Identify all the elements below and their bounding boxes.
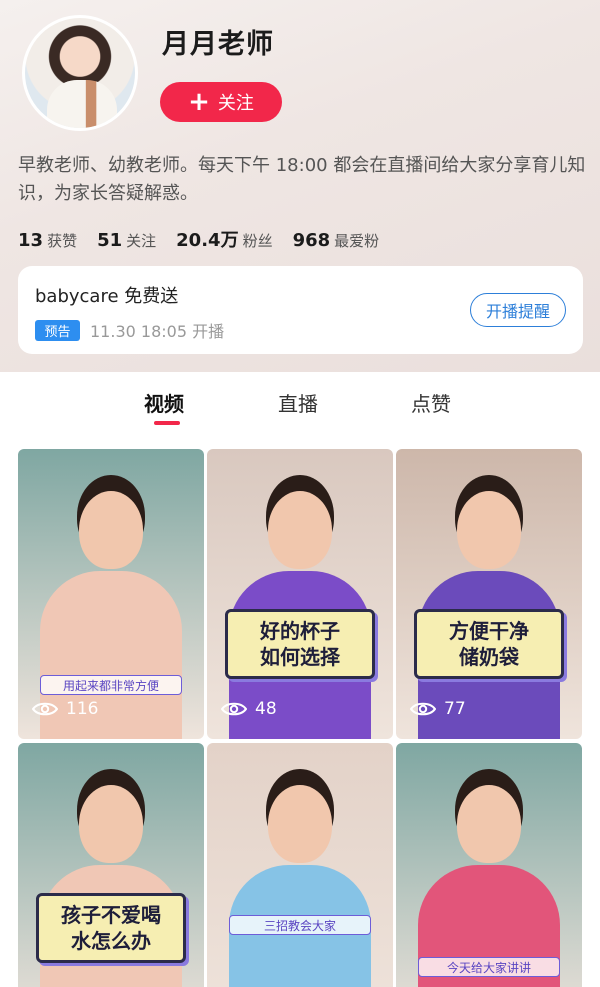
video-tile[interactable]: 今天给大家讲讲: [396, 743, 582, 987]
plus-icon: +: [188, 87, 210, 117]
presenter-face: [457, 785, 521, 863]
video-tile[interactable]: 孩子不爱喝 水怎么办: [18, 743, 204, 987]
profile-bio: 早教老师、幼教老师。每天下午 18:00 都会在直播间给大家分享育儿知识，为家长…: [18, 155, 586, 204]
follow-label: 关注: [217, 93, 254, 114]
view-count: 116: [32, 699, 98, 719]
presenter-face: [457, 491, 521, 569]
view-count: 77: [410, 699, 466, 719]
content-tabs: 视频 直播 点赞: [0, 372, 600, 440]
view-count: 48: [221, 699, 277, 719]
preview-badge: 预告: [35, 320, 80, 341]
live-preview-card[interactable]: babycare 免费送 预告 11.30 18:05 开播 开播提醒: [18, 266, 583, 354]
profile-stats: 13 获赞 51 关注 20.4万 粉丝 968 最爱粉: [18, 226, 399, 252]
live-title: babycare 免费送: [35, 286, 179, 307]
follow-button[interactable]: + 关注: [160, 82, 282, 122]
presenter-face: [268, 491, 332, 569]
eye-icon: [32, 702, 58, 716]
stat-following[interactable]: 51 关注: [97, 230, 156, 251]
live-reminder-button[interactable]: 开播提醒: [470, 293, 566, 327]
video-subtitle: 今天给大家讲讲: [418, 957, 560, 977]
profile-name: 月月老师: [162, 29, 274, 60]
stat-fans[interactable]: 20.4万 粉丝: [176, 226, 272, 252]
video-subtitle: 三招教会大家: [229, 915, 371, 935]
avatar[interactable]: [22, 15, 138, 131]
video-tile[interactable]: 三招教会大家: [207, 743, 393, 987]
presenter-face: [268, 785, 332, 863]
stat-top-fans[interactable]: 968 最爱粉: [293, 230, 380, 251]
live-time: 11.30 18:05 开播: [90, 322, 225, 341]
presenter-face: [79, 491, 143, 569]
video-tile[interactable]: 好的杯子 如何选择 48: [207, 449, 393, 739]
video-caption: 方便干净 储奶袋: [414, 609, 564, 679]
eye-icon: [410, 702, 436, 716]
stat-likes[interactable]: 13 获赞: [18, 230, 77, 251]
profile-header: 月月老师 + 关注 早教老师、幼教老师。每天下午 18:00 都会在直播间给大家…: [0, 0, 600, 372]
tab-likes[interactable]: 点赞: [411, 388, 451, 417]
video-tile[interactable]: 用起来都非常方便 116: [18, 449, 204, 739]
presenter-face: [79, 785, 143, 863]
video-tile[interactable]: 方便干净 储奶袋 77: [396, 449, 582, 739]
active-tab-indicator: [154, 421, 180, 425]
tab-live[interactable]: 直播: [278, 388, 318, 417]
video-caption: 孩子不爱喝 水怎么办: [36, 893, 186, 963]
video-caption: 好的杯子 如何选择: [225, 609, 375, 679]
tab-videos[interactable]: 视频: [144, 388, 184, 417]
eye-icon: [221, 702, 247, 716]
video-subtitle: 用起来都非常方便: [40, 675, 182, 695]
